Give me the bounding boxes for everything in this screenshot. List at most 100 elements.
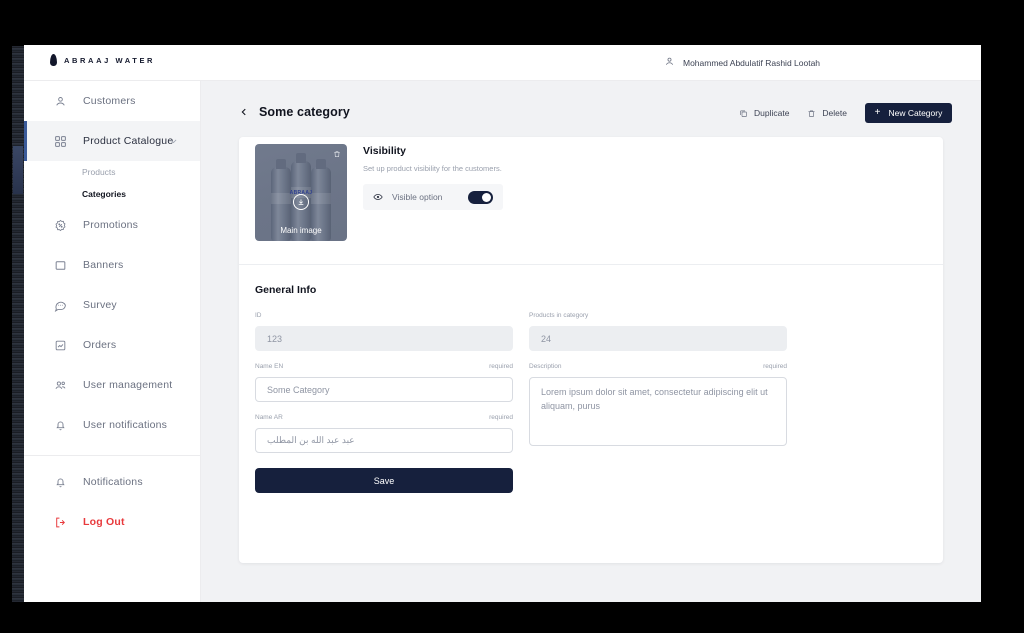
- delete-button[interactable]: Delete: [807, 108, 847, 118]
- save-label: Save: [373, 475, 395, 486]
- field-label: Products in category: [529, 312, 589, 319]
- save-button[interactable]: Save: [255, 468, 513, 493]
- field-label: Name EN: [255, 363, 284, 370]
- sidebar-item-label: User management: [83, 379, 173, 391]
- sidebar-item-banners[interactable]: Banners: [24, 245, 200, 285]
- field-products-in-category: Products in category 24: [529, 312, 787, 351]
- user-account[interactable]: Mohammed Abdulatif Rashid Lootah: [664, 54, 820, 72]
- trash-icon: [807, 109, 816, 118]
- sidebar-item-label: User notifications: [83, 419, 168, 431]
- field-required-flag: required: [489, 363, 513, 370]
- screen-edge-artifact: [12, 46, 24, 602]
- general-info-section: General Info ID 123 Products in category…: [239, 265, 943, 493]
- delete-label: Delete: [822, 108, 847, 118]
- bell-icon: [54, 419, 67, 432]
- user-icon: [664, 54, 675, 72]
- sidebar-item-product-catalogue[interactable]: Product Catalogue: [24, 121, 200, 161]
- bell-icon: [54, 476, 67, 489]
- logout-icon: [54, 516, 67, 529]
- sidebar-item-label: Customers: [83, 95, 136, 107]
- breadcrumb[interactable]: Some category: [239, 105, 350, 119]
- top-bar: ABRAAJ WATER Mohammed Abdulatif Rashid L…: [24, 45, 981, 81]
- brand-logo[interactable]: ABRAAJ WATER: [50, 54, 155, 66]
- sidebar-subitem-label: Categories: [82, 189, 126, 199]
- sidebar: Customers Product Catalogue Products Cat…: [24, 81, 201, 602]
- new-category-button[interactable]: + New Category: [865, 103, 952, 123]
- main-image-thumbnail[interactable]: ABRAAJ Main image: [255, 144, 347, 241]
- sidebar-item-label: Orders: [83, 339, 117, 351]
- card-top-section: ABRAAJ Main image Visibility Set up prod…: [239, 137, 943, 265]
- sidebar-divider: [24, 455, 200, 456]
- name-ar-input[interactable]: عبد عبد الله بن المطلب: [255, 428, 513, 453]
- field-required-flag: required: [763, 363, 787, 370]
- chat-bubble-icon: [54, 299, 67, 312]
- field-name-en: Name EN required Some Category: [255, 363, 513, 402]
- category-detail-card: ABRAAJ Main image Visibility Set up prod…: [239, 137, 943, 563]
- visible-option-toggle[interactable]: [468, 190, 493, 204]
- main-content: Some category Duplicate Delete + New Cat…: [201, 81, 981, 602]
- sidebar-item-label: Banners: [83, 259, 124, 271]
- sidebar-item-survey[interactable]: Survey: [24, 285, 200, 325]
- eye-icon: [373, 192, 383, 202]
- device-frame: ABRAAJ WATER Mohammed Abdulatif Rashid L…: [0, 0, 1024, 633]
- visibility-subtitle: Set up product visibility for the custom…: [363, 164, 502, 173]
- field-label: ID: [255, 312, 262, 319]
- sidebar-subitem-label: Products: [82, 167, 116, 177]
- main-image-caption: Main image: [280, 226, 322, 235]
- field-label: Name AR: [255, 414, 283, 421]
- duplicate-button[interactable]: Duplicate: [739, 108, 789, 118]
- general-info-title: General Info: [255, 284, 317, 296]
- grid-icon: [54, 135, 67, 148]
- sidebar-item-user-management[interactable]: User management: [24, 365, 200, 405]
- name-en-input[interactable]: Some Category: [255, 377, 513, 402]
- download-icon[interactable]: [293, 194, 309, 210]
- visibility-section: Visibility Set up product visibility for…: [363, 145, 623, 210]
- sidebar-item-logout[interactable]: Log Out: [24, 502, 200, 542]
- sidebar-subitem-categories[interactable]: Categories: [24, 183, 200, 205]
- field-id: ID 123: [255, 312, 513, 351]
- user-name: Mohammed Abdulatif Rashid Lootah: [683, 58, 821, 68]
- name-en-value: Some Category: [267, 384, 330, 395]
- form-spacer: [529, 465, 787, 493]
- brand-name: ABRAAJ WATER: [64, 55, 156, 65]
- general-info-form: ID 123 Products in category 24 Name EN r…: [255, 312, 927, 493]
- products-in-category-input: 24: [529, 326, 787, 351]
- sidebar-item-label: Product Catalogue: [83, 135, 174, 147]
- visibility-title: Visibility: [363, 145, 406, 157]
- page-header: Some category Duplicate Delete + New Cat…: [201, 81, 981, 137]
- app-window: ABRAAJ WATER Mohammed Abdulatif Rashid L…: [24, 45, 981, 602]
- new-category-label: New Category: [888, 108, 943, 118]
- field-description: Description required Lorem ipsum dolor s…: [529, 363, 787, 453]
- header-actions: Duplicate Delete + New Category: [739, 103, 952, 123]
- user-icon: [54, 95, 67, 108]
- description-input[interactable]: Lorem ipsum dolor sit amet, consectetur …: [529, 377, 787, 446]
- sidebar-item-label: Survey: [83, 299, 117, 311]
- sidebar-item-label: Promotions: [83, 219, 139, 231]
- chevron-left-icon[interactable]: [239, 107, 249, 117]
- products-in-category-value: 24: [541, 333, 552, 344]
- sidebar-item-label: Log Out: [83, 516, 125, 528]
- square-icon: [54, 259, 67, 272]
- toggle-knob: [482, 192, 491, 202]
- sidebar-subitem-products[interactable]: Products: [24, 161, 200, 183]
- field-required-flag: required: [489, 414, 513, 421]
- sidebar-item-label: Notifications: [83, 476, 143, 488]
- clipboard-chart-icon: [54, 339, 67, 352]
- badge-percent-icon: [54, 219, 67, 232]
- plus-icon: +: [874, 107, 881, 118]
- duplicate-label: Duplicate: [753, 108, 790, 118]
- water-drop-icon: [50, 54, 57, 66]
- field-name-ar: Name AR required عبد عبد الله بن المطلب: [255, 414, 513, 453]
- sidebar-item-notifications[interactable]: Notifications: [24, 462, 200, 502]
- page-title: Some category: [259, 105, 350, 119]
- chevron-down-icon[interactable]: [169, 137, 178, 146]
- sidebar-item-promotions[interactable]: Promotions: [24, 205, 200, 245]
- sidebar-item-orders[interactable]: Orders: [24, 325, 200, 365]
- visible-option-label: Visible option: [392, 192, 443, 202]
- name-ar-value: عبد عبد الله بن المطلب: [267, 435, 355, 445]
- trash-icon[interactable]: [333, 150, 341, 158]
- sidebar-item-customers[interactable]: Customers: [24, 81, 200, 121]
- visible-option-row[interactable]: Visible option: [363, 184, 503, 210]
- sidebar-item-user-notifications[interactable]: User notifications: [24, 405, 200, 445]
- save-row: Save: [255, 465, 513, 493]
